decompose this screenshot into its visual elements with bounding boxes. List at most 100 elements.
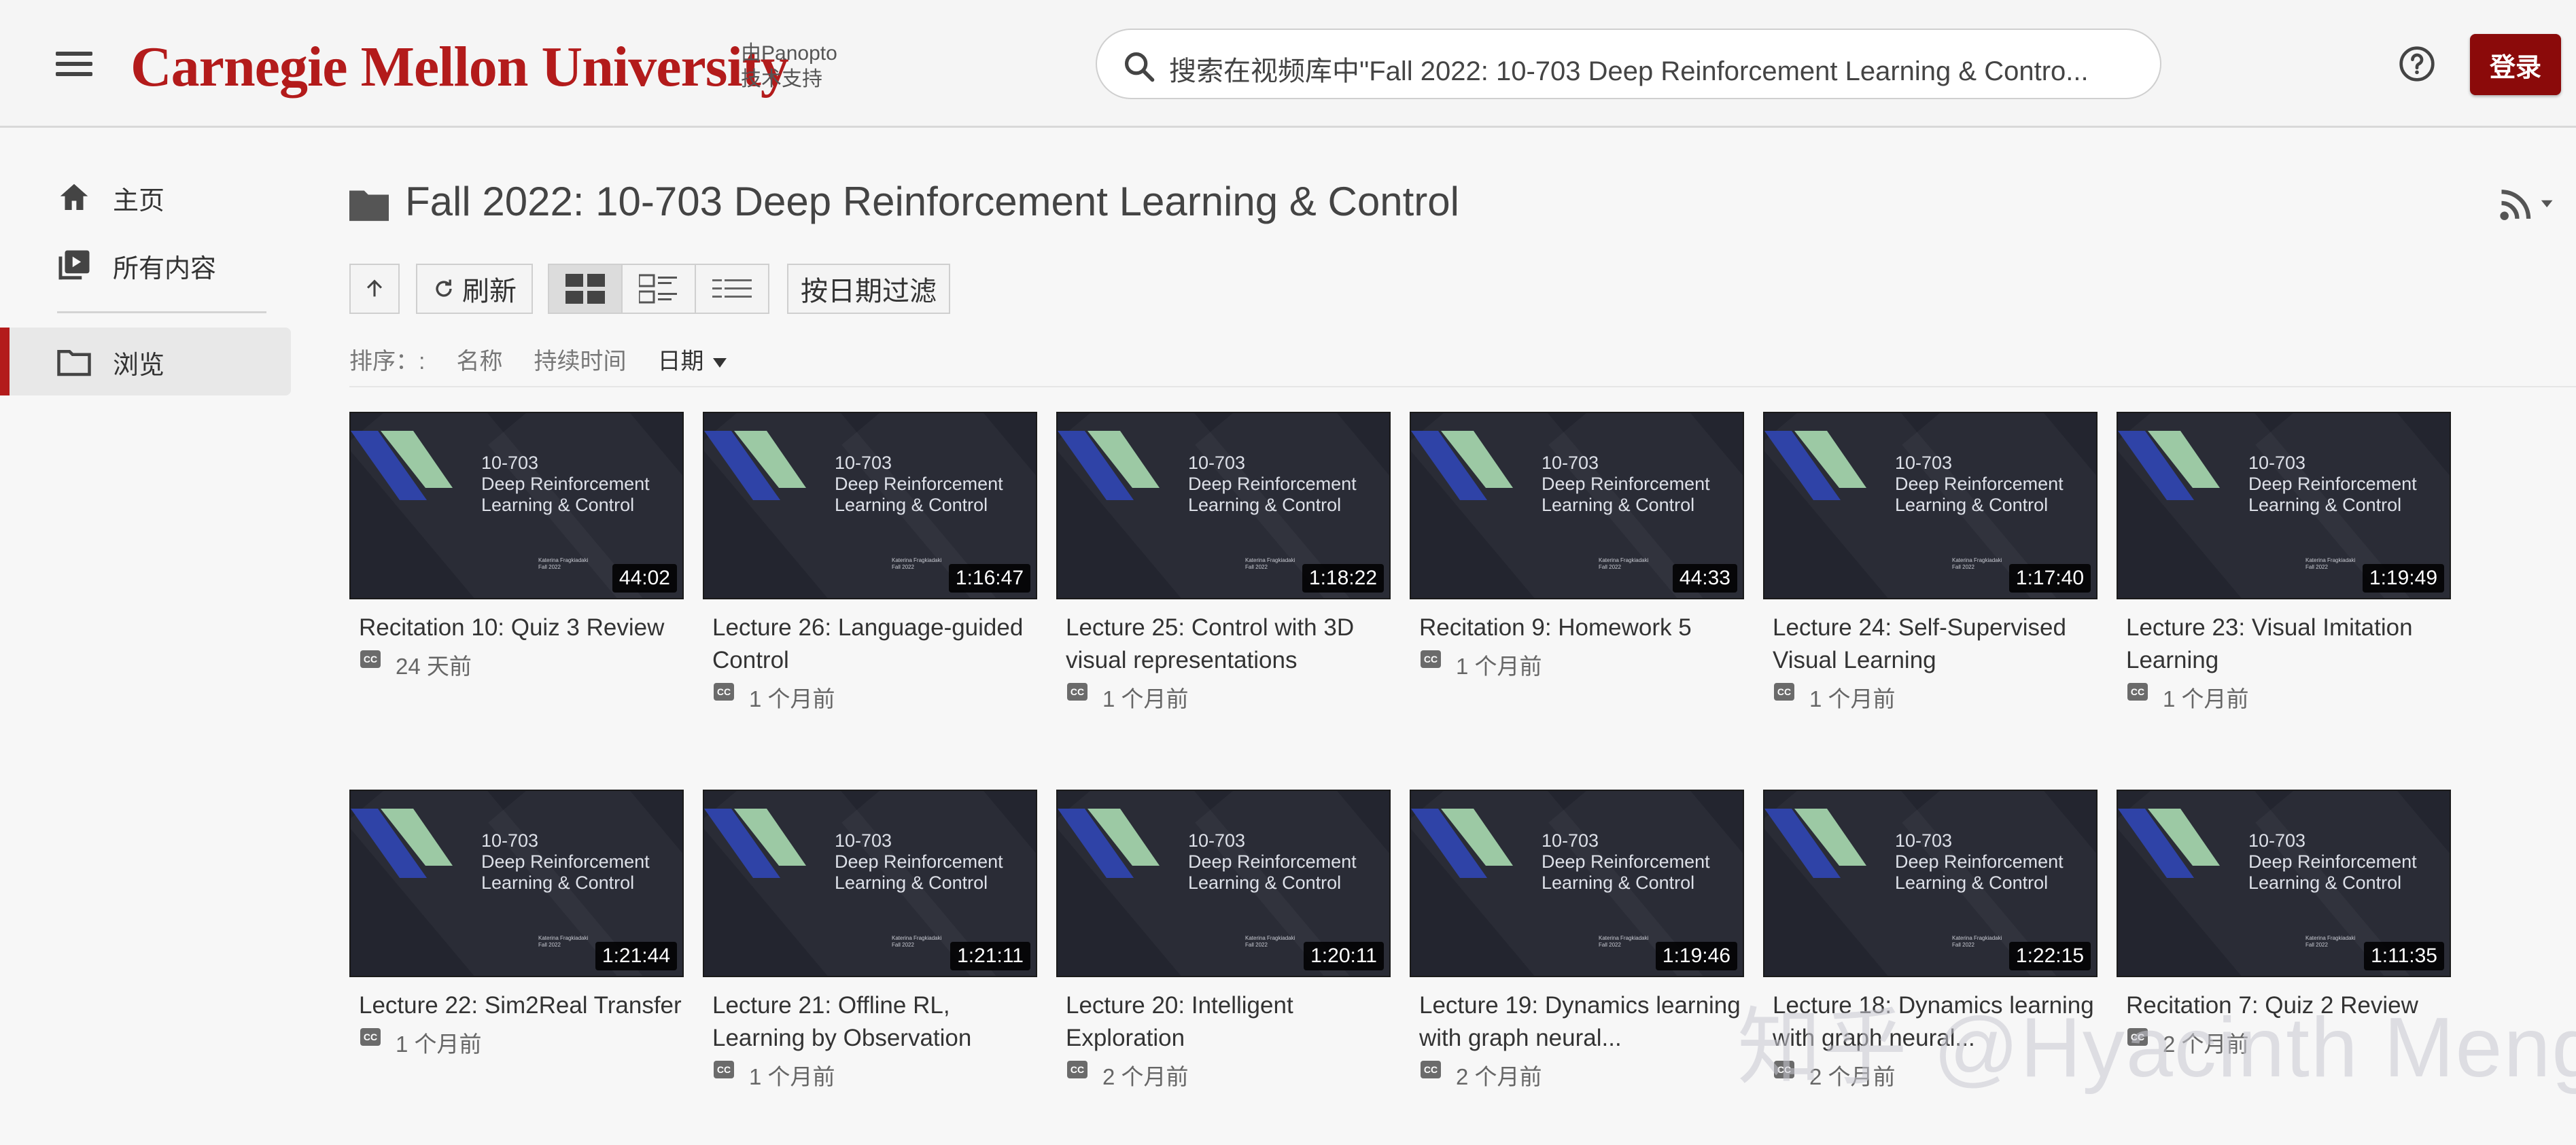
video-thumbnail[interactable]: 10-703 Deep Reinforcement Learning & Contr… xyxy=(349,790,684,977)
content-divider xyxy=(349,386,2576,387)
video-meta: CC 1 个月前 xyxy=(714,681,1037,714)
video-title[interactable]: Recitation 7: Quiz 2 Review xyxy=(2126,989,2451,1022)
video-thumbnail[interactable]: 10-703 Deep Reinforcement Learning & Contr… xyxy=(1056,790,1391,977)
video-title[interactable]: Lecture 23: Visual Imitation Learning xyxy=(2126,612,2451,677)
video-duration: 1:19:49 xyxy=(2362,564,2444,593)
cmu-logo[interactable]: Carnegie Mellon University xyxy=(130,34,789,100)
thumbnail-text: 10-703 Deep Reinforcement Learning & Contr… xyxy=(835,453,1003,516)
sidebar-item-browse[interactable]: 浏览 xyxy=(56,338,164,386)
help-icon[interactable] xyxy=(2398,45,2436,83)
video-title[interactable]: Lecture 21: Offline RL, Learning by Obse… xyxy=(712,989,1037,1055)
video-title[interactable]: Lecture 20: Intelligent Exploration xyxy=(1066,989,1391,1055)
video-thumbnail[interactable]: 10-703 Deep Reinforcement Learning & Contr… xyxy=(2117,790,2451,977)
closed-captions-icon: CC xyxy=(1774,683,1794,701)
closed-captions-icon: CC xyxy=(360,650,381,668)
rss-feed-icon[interactable] xyxy=(2499,188,2556,222)
search-placeholder: 搜索在视频库中"Fall 2022: 10-703 Deep Reinforce… xyxy=(1169,56,2089,86)
thumbnail-course: 10-703 xyxy=(1188,453,1246,473)
thumbnail-course: 10-703 xyxy=(481,830,539,851)
thumbnail-text: 10-703 Deep Reinforcement Learning & Contr… xyxy=(1895,830,2064,894)
video-meta: CC 2 个月前 xyxy=(1421,1059,1744,1091)
refresh-button[interactable]: 刷新 xyxy=(416,264,533,314)
video-card[interactable]: 10-703 Deep Reinforcement Learning & Contr… xyxy=(703,790,1037,1091)
video-title[interactable]: Lecture 25: Control with 3D visual repre… xyxy=(1066,612,1391,677)
video-meta: CC 1 个月前 xyxy=(2127,681,2451,714)
thumbnail-graphic xyxy=(1764,809,1866,878)
video-thumbnail[interactable]: 10-703 Deep Reinforcement Learning & Contr… xyxy=(1763,412,2098,599)
video-card[interactable]: 10-703 Deep Reinforcement Learning & Contr… xyxy=(1056,412,1391,714)
search-input[interactable]: 搜索在视频库中"Fall 2022: 10-703 Deep Reinforce… xyxy=(1096,29,2161,99)
thumbnail-credit-term: Fall 2022 xyxy=(1599,942,1621,948)
video-thumbnail[interactable]: 10-703 Deep Reinforcement Learning & Contr… xyxy=(349,412,684,599)
video-title[interactable]: Lecture 22: Sim2Real Transfer xyxy=(359,989,684,1022)
thumbnail-credit-term: Fall 2022 xyxy=(2305,942,2328,948)
video-thumbnail[interactable]: 10-703 Deep Reinforcement Learning & Contr… xyxy=(1056,412,1391,599)
sort-label: 排序：: xyxy=(349,348,425,374)
thumbnail-graphic xyxy=(1411,809,1513,878)
thumbnail-course: 10-703 xyxy=(1542,453,1599,473)
video-title[interactable]: Lecture 24: Self-Supervised Visual Learn… xyxy=(1773,612,2098,677)
video-title[interactable]: Recitation 10: Quiz 3 Review xyxy=(359,612,684,644)
video-thumbnail[interactable]: 10-703 Deep Reinforcement Learning & Contr… xyxy=(1410,790,1744,977)
refresh-icon xyxy=(436,279,452,297)
filter-by-date-button[interactable]: 按日期过滤 xyxy=(787,264,950,314)
thumbnail-graphic xyxy=(1764,431,1866,500)
video-card[interactable]: 10-703 Deep Reinforcement Learning & Contr… xyxy=(1410,412,1744,681)
view-detail-button[interactable] xyxy=(623,265,696,313)
sort-by-date[interactable]: 日期 xyxy=(657,342,727,376)
video-thumbnail[interactable]: 10-703 Deep Reinforcement Learning & Contr… xyxy=(1410,412,1744,599)
view-thumbnails-button[interactable] xyxy=(549,265,623,313)
video-title[interactable]: Lecture 26: Language-guided Control xyxy=(712,612,1037,677)
video-duration: 1:21:44 xyxy=(595,942,677,970)
thumbnail-credit-term: Fall 2022 xyxy=(1245,564,1268,570)
thumbnail-line2: Learning & Control xyxy=(481,873,635,893)
thumbnail-graphic xyxy=(1411,431,1513,500)
closed-captions-icon: CC xyxy=(1421,1061,1441,1078)
video-card[interactable]: 10-703 Deep Reinforcement Learning & Contr… xyxy=(349,412,684,681)
sort-by-duration[interactable]: 持续时间 xyxy=(534,342,626,376)
up-folder-button[interactable] xyxy=(349,264,400,314)
thumbnail-credit: Katerina Fragkiadaki Fall 2022 xyxy=(538,557,588,571)
video-meta: CC 2 个月前 xyxy=(1067,1059,1391,1091)
video-thumbnail[interactable]: 10-703 Deep Reinforcement Learning & Contr… xyxy=(2117,412,2451,599)
thumbnail-graphic xyxy=(1058,431,1160,500)
thumbnail-graphic xyxy=(351,809,453,878)
video-meta: CC 24 天前 xyxy=(360,648,684,681)
video-card[interactable]: 10-703 Deep Reinforcement Learning & Contr… xyxy=(2117,412,2451,714)
video-meta: CC 1 个月前 xyxy=(1774,681,2098,714)
sidebar-item-home[interactable]: 主页 xyxy=(56,174,164,222)
login-button[interactable]: 登录 xyxy=(2470,34,2561,95)
view-list-button[interactable] xyxy=(696,265,768,313)
video-card[interactable]: 10-703 Deep Reinforcement Learning & Contr… xyxy=(349,790,684,1059)
folder-icon xyxy=(349,190,389,222)
sort-by-name[interactable]: 名称 xyxy=(456,342,502,376)
thumbnail-credit: Katerina Fragkiadaki Fall 2022 xyxy=(2305,935,2355,949)
video-card[interactable]: 10-703 Deep Reinforcement Learning & Contr… xyxy=(1410,790,1744,1091)
thumbnail-credit-name: Katerina Fragkiadaki xyxy=(538,557,589,563)
video-age: 2 个月前 xyxy=(1809,1064,1896,1089)
video-card[interactable]: 10-703 Deep Reinforcement Learning & Contr… xyxy=(2117,790,2451,1059)
thumbnail-line2: Learning & Control xyxy=(1188,495,1342,515)
thumbnail-line1: Deep Reinforcement xyxy=(1895,851,2064,872)
video-title[interactable]: Recitation 9: Homework 5 xyxy=(1419,612,1744,644)
video-title[interactable]: Lecture 18: Dynamics learning with graph… xyxy=(1773,989,2098,1055)
sidebar-item-all-content[interactable]: 所有内容 xyxy=(56,242,216,289)
closed-captions-icon: CC xyxy=(360,1028,381,1046)
sort-descending-icon xyxy=(713,357,727,368)
video-title[interactable]: Lecture 19: Dynamics learning with graph… xyxy=(1419,989,1744,1055)
thumbnail-text: 10-703 Deep Reinforcement Learning & Contr… xyxy=(1895,453,2064,516)
thumbnail-credit: Katerina Fragkiadaki Fall 2022 xyxy=(1245,557,1295,571)
thumbnail-graphic xyxy=(2118,431,2220,500)
video-card[interactable]: 10-703 Deep Reinforcement Learning & Contr… xyxy=(1763,412,2098,714)
video-card[interactable]: 10-703 Deep Reinforcement Learning & Contr… xyxy=(1763,790,2098,1091)
video-thumbnail[interactable]: 10-703 Deep Reinforcement Learning & Contr… xyxy=(1763,790,2098,977)
closed-captions-icon: CC xyxy=(2127,683,2148,701)
video-thumbnail[interactable]: 10-703 Deep Reinforcement Learning & Contr… xyxy=(703,412,1037,599)
video-duration: 44:33 xyxy=(1672,564,1737,593)
video-thumbnail[interactable]: 10-703 Deep Reinforcement Learning & Contr… xyxy=(703,790,1037,977)
menu-icon[interactable] xyxy=(56,52,92,76)
video-card[interactable]: 10-703 Deep Reinforcement Learning & Contr… xyxy=(1056,790,1391,1091)
video-card[interactable]: 10-703 Deep Reinforcement Learning & Contr… xyxy=(703,412,1037,714)
thumbnail-line1: Deep Reinforcement xyxy=(2248,851,2417,872)
thumbnail-credit-name: Katerina Fragkiadaki xyxy=(892,557,942,563)
